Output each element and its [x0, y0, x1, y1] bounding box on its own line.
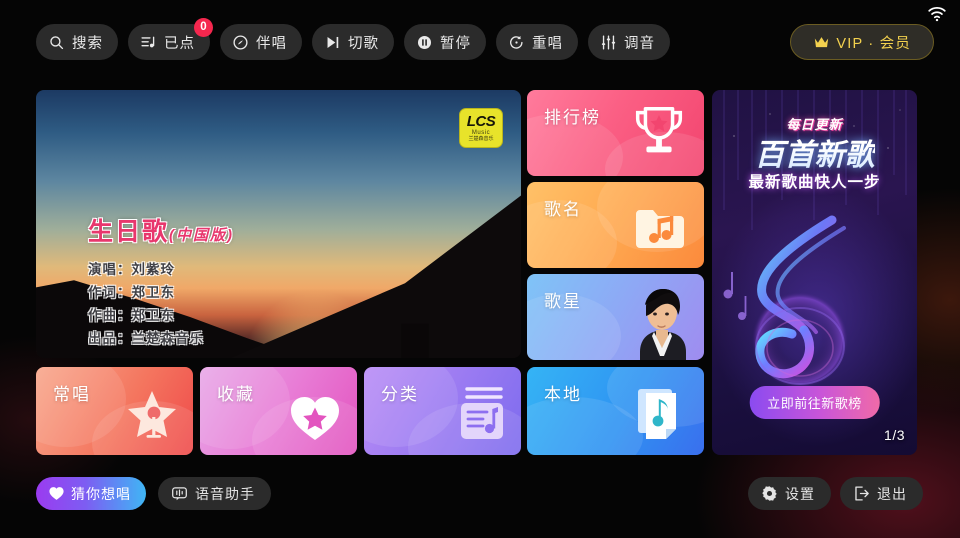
crown-icon	[815, 36, 829, 47]
equalizer-icon	[601, 34, 616, 50]
replay-icon	[510, 35, 523, 49]
tile-local[interactable]: 本地	[527, 367, 704, 455]
tile-favorites-label: 收藏	[217, 385, 255, 404]
tile-rankings[interactable]: 排行榜	[527, 90, 704, 176]
playlist-icon	[141, 36, 155, 47]
exit-icon	[855, 486, 869, 501]
singer-photo	[640, 289, 686, 360]
search-button-label: 搜索	[72, 35, 103, 52]
glowing-music-note-icon	[723, 215, 848, 388]
voice-assistant-label: 语音助手	[195, 485, 255, 502]
queue-button[interactable]: 已点 0	[128, 18, 213, 60]
tile-local-label: 本地	[544, 385, 582, 404]
replay-button-label: 重唱	[532, 35, 563, 52]
next-song-button[interactable]: 切歌	[312, 24, 394, 60]
credit-producer: 出品：兰楚森音乐	[88, 331, 204, 346]
pause-icon	[417, 35, 432, 49]
exit-button-label: 退出	[877, 485, 907, 502]
promo-banner[interactable]: 每日更新 百首新歌 最新歌曲快人一步 立即前往新歌榜 1/3	[712, 90, 917, 455]
skip-next-icon	[327, 36, 339, 48]
trophy-icon	[635, 107, 683, 153]
tile-song-name[interactable]: 歌名	[527, 182, 704, 268]
exit-button[interactable]: 退出	[840, 477, 923, 510]
music-folder-icon	[636, 210, 684, 248]
tile-categories[interactable]: 分类	[364, 367, 521, 455]
replay-button[interactable]: 重唱	[496, 24, 578, 60]
speech-bubble-icon	[172, 487, 187, 501]
tuning-button-label: 调音	[624, 35, 655, 52]
pause-button-label: 暂停	[440, 35, 471, 52]
accompaniment-button-label: 伴唱	[256, 35, 287, 52]
video-preview[interactable]: LCS Music 兰楚森音乐 生日歌(中国版) 演唱：刘紫玲 作词：郑卫东 作…	[36, 90, 521, 358]
toolbar-button-group: 搜索 已点 0 伴唱 切歌 暂停 重唱 调音	[36, 18, 670, 60]
settings-button-label: 设置	[785, 485, 815, 502]
disc-icon	[233, 34, 248, 50]
guess-you-want-to-sing-button[interactable]: 猜你想唱	[36, 477, 146, 510]
lcs-logo-line3: 兰楚森音乐	[468, 136, 494, 142]
credit-lyricist: 作词：郑卫东	[88, 285, 175, 300]
lcs-music-logo: LCS Music 兰楚森音乐	[459, 108, 503, 148]
settings-button[interactable]: 设置	[748, 477, 831, 510]
tuning-button[interactable]: 调音	[588, 24, 670, 60]
song-credits: 演唱：刘紫玲 作词：郑卫东 作曲：郑卫东 出品：兰楚森音乐	[88, 258, 204, 347]
gear-icon	[762, 486, 777, 501]
promo-page-indicator: 1/3	[884, 427, 905, 443]
tile-singers[interactable]: 歌星	[527, 274, 704, 360]
top-toolbar: 搜索 已点 0 伴唱 切歌 暂停 重唱 调音 VIP · 会员	[0, 0, 960, 84]
accompaniment-button[interactable]: 伴唱	[220, 24, 302, 60]
guess-button-label: 猜你想唱	[71, 485, 131, 502]
voice-assistant-button[interactable]: 语音助手	[158, 477, 271, 510]
pause-button[interactable]: 暂停	[404, 24, 486, 60]
promo-headline: 百首新歌	[755, 130, 875, 174]
category-list-icon	[461, 387, 503, 439]
tile-song-name-label: 歌名	[544, 200, 582, 219]
tile-singers-label: 歌星	[544, 292, 582, 311]
star-mic-icon	[128, 391, 176, 438]
local-music-icon	[638, 389, 676, 439]
tile-categories-label: 分类	[381, 385, 419, 404]
song-title-main: 生日歌	[88, 218, 170, 246]
wifi-icon	[928, 7, 946, 22]
next-song-button-label: 切歌	[348, 35, 379, 52]
promo-subline: 最新歌曲快人一步	[748, 174, 881, 191]
vip-member-button[interactable]: VIP · 会员	[790, 24, 934, 60]
lcs-logo-line1: LCS	[466, 113, 496, 130]
search-button[interactable]: 搜索	[36, 24, 118, 60]
song-title: 生日歌(中国版)	[88, 212, 234, 248]
tile-rankings-label: 排行榜	[544, 108, 601, 127]
karaoke-home-screen: 搜索 已点 0 伴唱 切歌 暂停 重唱 调音 VIP · 会员 LCS Musi…	[0, 0, 960, 538]
promo-cta-button[interactable]: 立即前往新歌榜	[749, 386, 880, 419]
tile-frequently-sung[interactable]: 常唱	[36, 367, 193, 455]
tile-frequently-sung-label: 常唱	[53, 385, 91, 404]
queue-button-label: 已点	[164, 35, 195, 52]
song-title-sub: (中国版)	[169, 227, 235, 244]
search-icon	[50, 35, 64, 49]
vip-button-label: VIP · 会员	[836, 35, 911, 52]
heart-icon	[49, 487, 64, 500]
queue-count-badge: 0	[194, 18, 213, 37]
heart-star-icon	[291, 397, 339, 440]
credit-singer: 演唱：刘紫玲	[88, 262, 175, 277]
tile-favorites[interactable]: 收藏	[200, 367, 357, 455]
credit-composer: 作曲：郑卫东	[88, 308, 175, 323]
